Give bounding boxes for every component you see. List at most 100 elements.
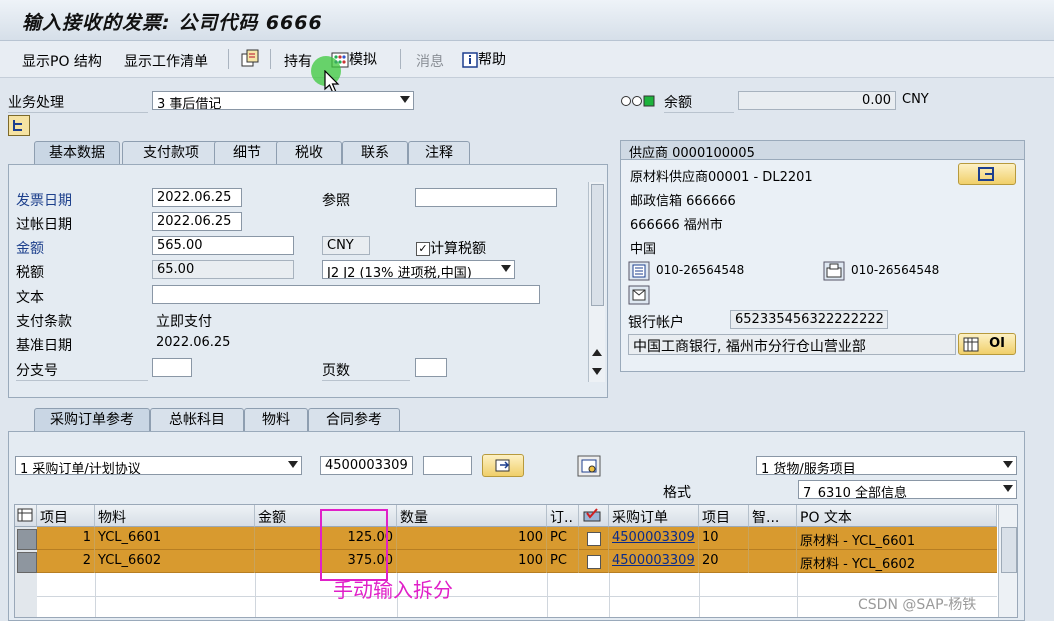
row-po-link[interactable]: 4500003309 [609, 550, 699, 573]
bank-account-field: 652335456322222222 [730, 310, 888, 329]
bank-name-field: 中国工商银行, 福州市分行仓山营业部 [628, 334, 956, 355]
row-material-cell: YCL_6601 [95, 527, 255, 550]
branch-field[interactable] [152, 358, 192, 377]
help-button[interactable]: 帮助 [462, 49, 506, 69]
col-header-po-item[interactable]: 项目 [699, 505, 749, 527]
col-header-order-unit[interactable]: 订.. [547, 505, 579, 527]
vertical-scrollbar[interactable] [588, 182, 605, 382]
col-header-item[interactable]: 项目 [37, 505, 95, 527]
col-header-po-text[interactable]: PO 文本 [797, 505, 997, 527]
payment-terms-value: 立即支付 [156, 314, 212, 330]
po-item-field[interactable] [423, 456, 472, 475]
col-header-po[interactable]: 采购订单 [609, 505, 699, 527]
show-po-structure-button[interactable]: 显示PO 结构 [22, 51, 102, 71]
balance-currency: CNY [902, 92, 929, 107]
table-row[interactable]: 1 YCL_6601 125.00 100 PC 4500003309 10 原… [37, 527, 997, 550]
tab-contact[interactable]: 联系 [342, 141, 408, 165]
page-title: 输入接收的发票: 公司代码 6666 [22, 12, 323, 34]
col-header-quantity[interactable]: 数量 [397, 505, 547, 527]
row-quantity-cell[interactable]: 100 [397, 550, 547, 573]
po-number-field[interactable]: 4500003309 [320, 456, 413, 475]
scroll-up-icon[interactable] [592, 348, 602, 356]
col-header-smart[interactable]: 智... [749, 505, 797, 527]
calc-tax-checkbox[interactable]: ✓ 计算税额 [416, 238, 486, 258]
reference-field[interactable] [415, 188, 557, 207]
po-link-text[interactable]: 4500003309 [612, 530, 695, 545]
scrollbar-thumb[interactable] [1001, 527, 1017, 573]
vendor-pobox: 邮政信箱 666666 [630, 194, 736, 209]
edit-vendor-button[interactable] [958, 163, 1016, 185]
tax-code-value: J2 J2 (13% 进项税,中国) [327, 266, 472, 279]
text-label: 文本 [16, 290, 44, 306]
grid-line [797, 573, 798, 617]
row-checkbox[interactable] [579, 527, 609, 550]
col-header-material[interactable]: 物料 [95, 505, 255, 527]
currency-field: CNY [322, 236, 370, 255]
row-po-item-cell: 10 [699, 527, 749, 550]
invoice-date-field[interactable]: 2022.06.25 [152, 188, 242, 207]
reference-type-select[interactable]: 1 采购订单/计划协议 [15, 456, 302, 475]
po-link-text[interactable]: 4500003309 [612, 553, 695, 568]
item-type-select[interactable]: 1 货物/服务项目 [756, 456, 1017, 475]
phone-icon[interactable] [628, 261, 650, 281]
chevron-down-icon [400, 96, 410, 103]
tab-basic-data[interactable]: 基本数据 [34, 141, 120, 165]
messages-button[interactable]: 消息 [416, 51, 444, 71]
checkbox-icon [587, 531, 601, 546]
reference-label: 参照 [322, 193, 350, 209]
row-checkbox[interactable] [579, 550, 609, 573]
row-item-cell: 1 [37, 527, 95, 550]
bank-account-label: 银行帐户 [628, 315, 684, 331]
vendor-name: 原材料供应商00001 - DL2201 [630, 170, 813, 185]
hold-button[interactable]: 持有 [284, 51, 312, 71]
row-po-text-cell: 原材料 - YCL_6602 [800, 557, 916, 572]
transaction-select[interactable]: 3 事后借记 [152, 91, 414, 110]
application-toolbar: 显示PO 结构 显示工作清单 持有 模拟 消息 帮助 [0, 41, 1054, 94]
tax-amount-field: 65.00 [152, 260, 294, 279]
show-worklist-button[interactable]: 显示工作清单 [124, 51, 208, 71]
grid-scrollbar[interactable] [998, 505, 1017, 617]
scroll-down-icon[interactable] [592, 368, 602, 376]
reference-type-value: 1 采购订单/计划协议 [20, 462, 141, 475]
table-icon [963, 337, 979, 352]
email-icon[interactable] [628, 285, 650, 305]
chevron-down-icon [501, 265, 511, 272]
tax-code-select[interactable]: J2 J2 (13% 进项税,中国) [322, 260, 515, 279]
copy-document-icon[interactable] [240, 48, 260, 68]
row-selector[interactable] [17, 552, 37, 573]
amount-field[interactable]: 565.00 [152, 236, 294, 255]
col-header-check-icon[interactable] [579, 505, 609, 527]
checkbox-icon [587, 554, 601, 569]
tab-material[interactable]: 物料 [244, 408, 308, 432]
row-selector[interactable] [17, 529, 37, 550]
tab-contract-reference[interactable]: 合同参考 [308, 408, 400, 432]
tab-gl-account[interactable]: 总帐科目 [150, 408, 244, 432]
transfer-icon [495, 459, 510, 472]
po-history-icon[interactable] [577, 455, 601, 477]
balance-field: 0.00 [738, 91, 896, 110]
row-quantity-cell[interactable]: 100 [397, 527, 547, 550]
transfer-button[interactable] [482, 454, 524, 477]
vendor-fax: 010-26564548 [851, 263, 940, 277]
tree-toggle-button[interactable] [8, 115, 30, 136]
text-field[interactable] [152, 285, 540, 304]
fax-icon[interactable] [823, 261, 845, 281]
grid-line [37, 596, 997, 597]
posting-date-field[interactable]: 2022.06.25 [152, 212, 242, 231]
payment-terms-label: 支付条款 [16, 314, 72, 330]
tab-details[interactable]: 细节 [214, 141, 280, 165]
row-po-link[interactable]: 4500003309 [609, 527, 699, 550]
table-row[interactable]: 2 YCL_6602 375.00 100 PC 4500003309 20 原… [37, 550, 997, 573]
tab-tax[interactable]: 税收 [276, 141, 342, 165]
tab-payment[interactable]: 支付款项 [122, 141, 220, 165]
open-items-button[interactable]: OI [958, 333, 1016, 355]
chevron-down-icon [1003, 485, 1013, 492]
tax-amount-label: 税额 [16, 265, 44, 281]
page-field[interactable] [415, 358, 447, 377]
layout-select[interactable]: 7_6310 全部信息 [798, 480, 1017, 499]
tab-po-reference[interactable]: 采购订单参考 [34, 408, 150, 432]
tab-notes[interactable]: 注释 [408, 141, 470, 165]
row-material-cell: YCL_6602 [95, 550, 255, 573]
select-all-icon[interactable] [15, 505, 37, 527]
scrollbar-thumb[interactable] [591, 184, 604, 306]
